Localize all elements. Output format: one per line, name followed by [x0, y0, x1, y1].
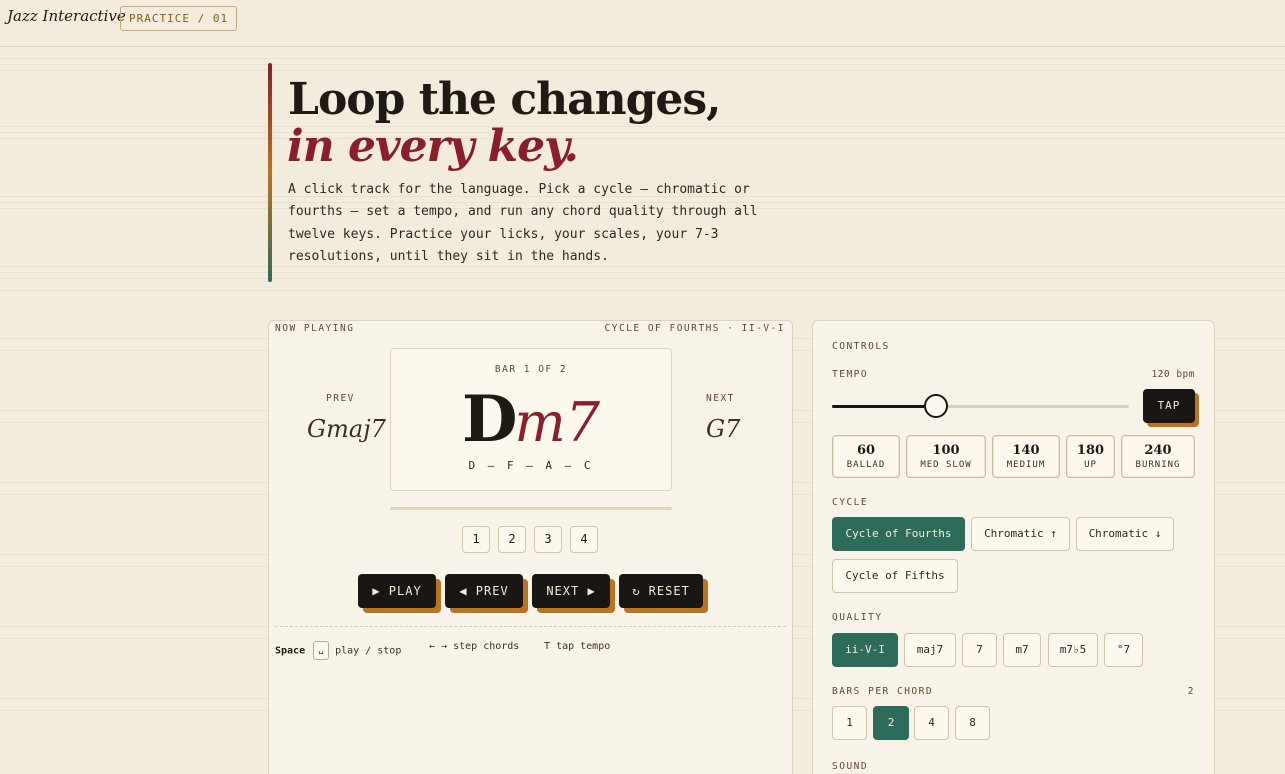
bar-progress	[390, 507, 672, 510]
bars-option[interactable]: 1	[832, 706, 867, 740]
bars-label: BARS PER CHORD	[832, 686, 934, 697]
hero-title: Loop the changes,	[288, 74, 721, 125]
reset-icon: ↻	[632, 584, 641, 598]
bars-option[interactable]: 8	[955, 706, 990, 740]
now-playing-context: CYCLE OF FOURTHS · II-V-I	[604, 323, 785, 334]
tempo-slider-fill	[832, 405, 936, 408]
bars-option[interactable]: 4	[914, 706, 949, 740]
tempo-slider-handle[interactable]	[924, 394, 948, 418]
tempo-value: 120 bpm	[1151, 369, 1195, 380]
next-chord: G7	[706, 415, 741, 443]
cycle-label: CYCLE	[832, 497, 869, 508]
quality-option[interactable]: maj7	[904, 633, 956, 667]
tempo-slider[interactable]	[832, 394, 1129, 418]
top-bar: Jazz Interactive PRACTICE / 01	[0, 0, 1285, 47]
chord-root: D	[461, 382, 517, 457]
quality-option[interactable]: m7♭5	[1048, 633, 1098, 667]
tempo-preset-burning[interactable]: 240 BURNING	[1121, 435, 1195, 478]
tempo-preset-medium[interactable]: 140 MEDIUM	[992, 435, 1060, 478]
bars-option[interactable]: 2	[873, 706, 909, 740]
brand-logo[interactable]: Jazz Interactive	[7, 7, 126, 25]
quality-option[interactable]: 7	[962, 633, 997, 667]
reset-button[interactable]: ↻ RESET	[619, 574, 703, 608]
current-chord-card: BAR 1 OF 2 Dm7 D – F – A – C	[390, 348, 672, 491]
breadcrumb: PRACTICE / 01	[120, 6, 238, 31]
cycle-option[interactable]: Chromatic ↑	[971, 517, 1070, 551]
hero-accent-bar	[268, 63, 272, 282]
play-icon: ▶	[372, 584, 381, 598]
next-button[interactable]: NEXT ▶	[532, 574, 610, 608]
sound-label: SOUND	[832, 761, 869, 772]
chord-notes: D – F – A – C	[468, 459, 594, 472]
tap-tempo-button[interactable]: TAP	[1143, 389, 1195, 423]
bar-counter: BAR 1 OF 2	[494, 364, 568, 375]
play-button[interactable]: ▶ PLAY	[358, 574, 436, 608]
chord-quality: m7	[514, 391, 601, 454]
next-label: NEXT	[706, 393, 735, 404]
next-icon: ▶	[587, 584, 596, 598]
prev-chord: Gmaj7	[307, 415, 386, 443]
quality-option[interactable]: ii-V-I	[832, 633, 898, 667]
shortcut-space: Space ␣ play / stop	[275, 641, 401, 660]
prev-icon: ◀	[459, 584, 468, 598]
now-playing-label: NOW PLAYING	[275, 323, 355, 334]
tempo-preset-med-slow[interactable]: 100 MED SLOW	[906, 435, 986, 478]
prev-button[interactable]: ◀ PREV	[445, 574, 523, 608]
prev-label: PREV	[326, 393, 355, 404]
arrow-keys-icon: ← →	[429, 641, 448, 652]
current-chord: Dm7	[391, 387, 671, 456]
tempo-preset-up[interactable]: 180 UP	[1066, 435, 1115, 478]
beat-indicator: 1	[462, 526, 490, 553]
cycle-option[interactable]: Chromatic ↓	[1076, 517, 1174, 551]
shortcut-tap: T tap tempo	[544, 641, 611, 652]
quality-label: QUALITY	[832, 612, 883, 623]
cycle-option[interactable]: Cycle of Fourths	[832, 517, 965, 551]
beat-indicator: 4	[570, 526, 598, 553]
tempo-label: TEMPO	[832, 369, 869, 380]
bars-value: 2	[1187, 686, 1195, 697]
beat-indicator: 3	[534, 526, 562, 553]
hero-description: A click track for the language. Pick a c…	[288, 182, 758, 264]
space-keycap: ␣	[313, 641, 330, 660]
hero-title-accent: in every key.	[287, 121, 579, 172]
shortcut-divider	[275, 626, 786, 627]
controls-panel: CONTROLS TEMPO 120 bpm TAP 60 BALLAD 100 M…	[812, 320, 1215, 774]
cycle-option[interactable]: Cycle of Fifths	[832, 559, 958, 593]
tempo-preset-ballad[interactable]: 60 BALLAD	[832, 435, 900, 478]
beat-indicator: 2	[498, 526, 526, 553]
quality-option[interactable]: °7	[1104, 633, 1143, 667]
shortcut-arrows: ← → step chords	[429, 641, 520, 652]
now-playing-panel: NOW PLAYING CYCLE OF FOURTHS · II-V-I PR…	[268, 320, 793, 774]
controls-label: CONTROLS	[832, 341, 890, 352]
quality-option[interactable]: m7	[1003, 633, 1041, 667]
